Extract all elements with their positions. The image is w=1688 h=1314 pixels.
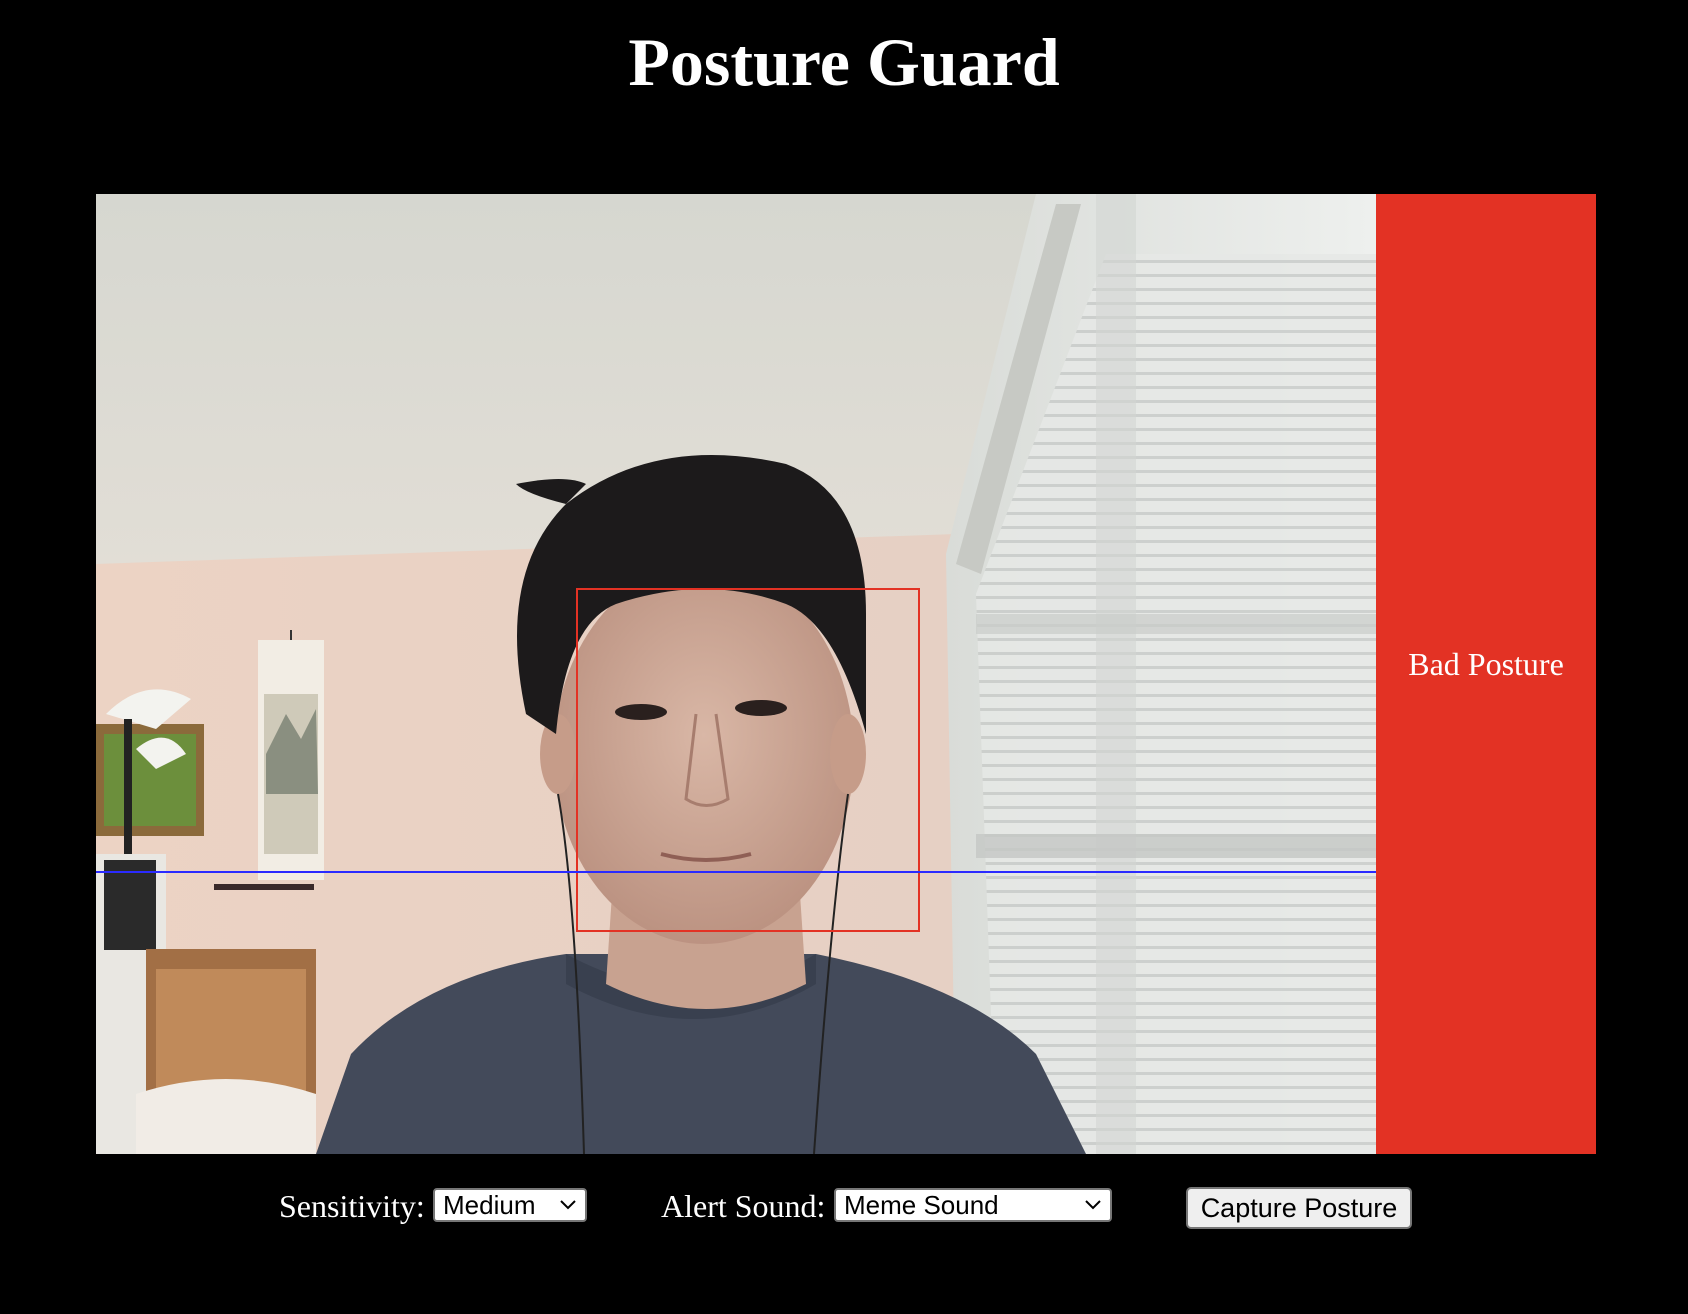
controls-bar: Sensitivity: Medium Alert Sound: Meme So…	[0, 1186, 1688, 1230]
page-title: Posture Guard	[628, 24, 1060, 100]
webcam-feed	[96, 194, 1376, 1154]
sensitivity-select[interactable]: Medium	[433, 1188, 587, 1222]
chevron-down-icon	[560, 1200, 576, 1210]
alert-sound-select[interactable]: Meme Sound	[834, 1188, 1112, 1222]
posture-status-panel: Bad Posture	[1376, 194, 1596, 1154]
camera-feed-row: Bad Posture	[96, 194, 1596, 1154]
posture-guard-page: Posture Guard Bad Posture Sensitivity: M…	[0, 0, 1688, 1314]
sensitivity-label: Sensitivity:	[279, 1188, 425, 1224]
alert-sound-label: Alert Sound:	[661, 1188, 826, 1224]
sensitivity-value: Medium	[443, 1190, 536, 1220]
capture-posture-button[interactable]: Capture Posture	[1186, 1187, 1412, 1229]
posture-status-label: Bad Posture	[1408, 645, 1564, 682]
webcam-image	[96, 194, 1376, 1154]
chevron-down-icon	[1085, 1200, 1101, 1210]
alert-sound-value: Meme Sound	[844, 1190, 999, 1220]
